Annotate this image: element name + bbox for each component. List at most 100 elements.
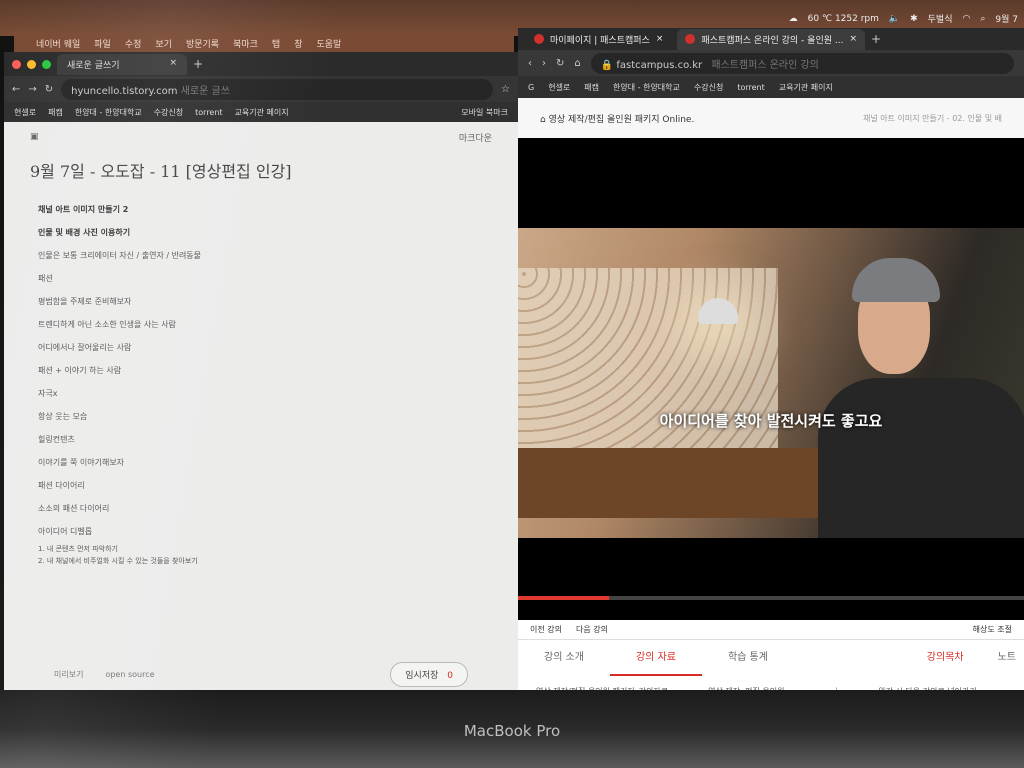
tab-course-materials[interactable]: 강의 자료 [609,640,702,676]
post-title[interactable]: 9월 7일 - 오도잡 - 11 [영상편집 인강] [4,152,518,188]
temperature-readout[interactable]: 60 ℃ 1252 rpm [808,14,879,24]
bookmark-item[interactable]: 현셀로 [14,107,36,118]
video-progress-bar[interactable] [518,596,1024,600]
menu-file[interactable]: 파일 [94,37,111,50]
tab-title: 마이페이지 | 패스트캠퍼스 [550,35,650,46]
tab-note[interactable]: 노트 [990,640,1024,676]
new-tab-icon[interactable]: + [871,32,881,46]
back-icon[interactable]: ← [12,84,20,95]
close-tab-icon[interactable]: × [169,58,177,71]
body-line: 패션 + 이야기 하는 사람 [38,366,122,375]
bookmark-item[interactable]: torrent [195,108,222,117]
volume-icon[interactable]: 🔈 [889,14,900,24]
tab-curriculum[interactable]: 강의목차 [901,640,990,676]
home-icon[interactable]: ⌂ [540,115,546,125]
prev-lesson-button[interactable]: 이전 강의 [530,624,562,635]
menu-bookmarks[interactable]: 북마크 [233,37,258,50]
close-tab-icon[interactable]: × [656,34,664,44]
cloud-icon[interactable]: ☁ [789,14,798,24]
close-window-icon[interactable] [12,59,21,69]
post-body[interactable]: 채널 아트 이미지 만들기 2 인물 및 배경 사진 이용하기 인물은 보통 크… [4,188,518,577]
search-icon[interactable]: ⌕ [980,14,985,24]
image-icon[interactable]: ▣ [30,132,39,142]
menu-app-name[interactable]: 네이버 웨일 [36,37,80,50]
new-tab-icon[interactable]: + [193,57,203,71]
url-input[interactable]: hyuncello.tistory.com 새로운 글쓰 [61,78,494,100]
course-title[interactable]: 영상 제작/편집 올인원 패키지 Online. [549,115,695,125]
bookmark-item[interactable]: torrent [737,83,764,92]
maximize-window-icon[interactable] [42,59,51,69]
markdown-toggle[interactable]: 마크다운 [459,131,492,144]
tab-learning-stats[interactable]: 학습 통계 [702,640,794,676]
menu-history[interactable]: 방문기록 [186,37,219,50]
preview-button[interactable]: 미리보기 [54,669,83,680]
bookmark-item[interactable]: 모바일 북마크 [461,107,508,118]
wifi-icon[interactable]: ◠ [963,14,971,24]
bookmark-item[interactable]: 패캠 [584,82,599,93]
body-line: 소소의 패션 다이어리 [38,504,110,513]
fastcampus-favicon-icon [534,34,544,44]
menu-view[interactable]: 보기 [155,37,172,50]
status-area: ☁ 60 ℃ 1252 rpm 🔈 ✱ 두벌식 ◠ ⌕ 9월 7 [789,12,1018,26]
input-source-label[interactable]: 두벌식 [928,12,953,25]
video-frame [518,228,1024,538]
url-hint: 새로운 글쓰 [180,85,230,97]
tab-new-post[interactable]: 새로운 글쓰기 × [57,53,187,75]
tab-course-intro[interactable]: 강의 소개 [518,640,610,676]
star-icon[interactable]: ☆ [501,84,510,95]
video-progress-fill [518,596,610,600]
bookmark-item[interactable]: 교육기관 페이지 [779,82,833,93]
forward-icon[interactable]: → [28,84,36,95]
bookmark-item[interactable]: G [528,83,534,92]
bookmark-item[interactable]: 수강신청 [154,107,183,118]
minimize-window-icon[interactable] [27,59,36,69]
app-menu: 네이버 웨일 파일 수정 보기 방문기록 북마크 탭 창 도움말 [14,34,514,52]
tab-mypage[interactable]: 마이페이지 | 패스트캠퍼스 × [526,29,671,50]
course-tabs: 강의 소개 강의 자료 학습 통계 강의목차 노트 [518,640,1024,676]
bookmark-item[interactable]: 한양대 - 한양대학교 [75,107,142,118]
next-lesson-button[interactable]: 다음 강의 [576,624,608,635]
bluetooth-icon[interactable]: ✱ [910,14,918,24]
menu-tab[interactable]: 탭 [272,37,280,50]
video-player[interactable]: 아이디어를 찾아 발전시켜도 좋고요 [518,138,1024,620]
body-line: 1. 내 콘텐츠 먼저 파악하기 [38,545,118,553]
bookmark-item[interactable]: 한양대 - 한양대학교 [613,82,680,93]
reload-icon[interactable]: ↻ [556,58,564,69]
tab-title: 패스트캠퍼스 온라인 강의 - 올인원 ... [701,35,844,46]
url-text: fastcampus.co.kr [616,59,703,71]
body-line: 채널 아트 이미지 만들기 2 [38,205,129,214]
left-tab-bar: 새로운 글쓰기 × + [4,52,518,76]
resolution-button[interactable]: 해상도 조절 [973,624,1012,635]
home-icon[interactable]: ⌂ [574,58,580,69]
url-hint: 패스트캠퍼스 온라인 강의 [711,59,819,71]
clock-label[interactable]: 9월 7 [995,12,1018,25]
close-tab-icon[interactable]: × [849,34,857,44]
forward-icon[interactable]: › [542,58,546,69]
url-input[interactable]: 🔒 fastcampus.co.kr 패스트캠퍼스 온라인 강의 [590,52,1014,74]
menu-window[interactable]: 창 [294,37,302,50]
right-bookmarks-bar: G 현셀로 패캠 한양대 - 한양대학교 수강신청 torrent 교육기관 페… [518,76,1024,98]
body-line: 평범함을 주제로 준비해보자 [38,297,132,306]
back-icon[interactable]: ‹ [528,58,532,69]
bookmark-item[interactable]: 패캠 [48,107,63,118]
post-editor: ▣ 마크다운 9월 7일 - 오도잡 - 11 [영상편집 인강] 채널 아트 … [4,122,518,692]
photo-frame: ☁ 60 ℃ 1252 rpm 🔈 ✱ 두벌식 ◠ ⌕ 9월 7 네이버 웨일 … [0,0,1024,768]
open-source-link[interactable]: open source [105,670,154,679]
temp-save-label: 임시저장 [405,670,439,681]
editor-toolbar: ▣ 마크다운 [4,122,518,152]
bookmark-item[interactable]: 현셀로 [548,82,570,93]
instructor-cap [852,258,940,302]
bookmark-item[interactable]: 교육기관 페이지 [235,107,289,118]
temp-save-button[interactable]: 임시저장 0 [390,661,468,687]
editor-footer: 미리보기 open source 임시저장 0 [4,656,518,692]
tab-lecture[interactable]: 패스트캠퍼스 온라인 강의 - 올인원 ... × [677,28,865,50]
lock-icon: 🔒 [600,59,614,71]
left-bookmarks-bar: 현셀로 패캠 한양대 - 한양대학교 수강신청 torrent 교육기관 페이지… [4,102,518,122]
bookmark-item[interactable]: 수강신청 [694,82,723,93]
menu-edit[interactable]: 수정 [125,37,142,50]
url-text: hyuncello.tistory.com [71,85,178,97]
body-line: 이야기를 쭉 이야기해보자 [38,458,125,467]
body-line: 인물은 보통 크리에이터 자신 / 출연자 / 반려동물 [38,251,202,260]
menu-help[interactable]: 도움말 [316,37,341,50]
reload-icon[interactable]: ↻ [45,84,53,95]
